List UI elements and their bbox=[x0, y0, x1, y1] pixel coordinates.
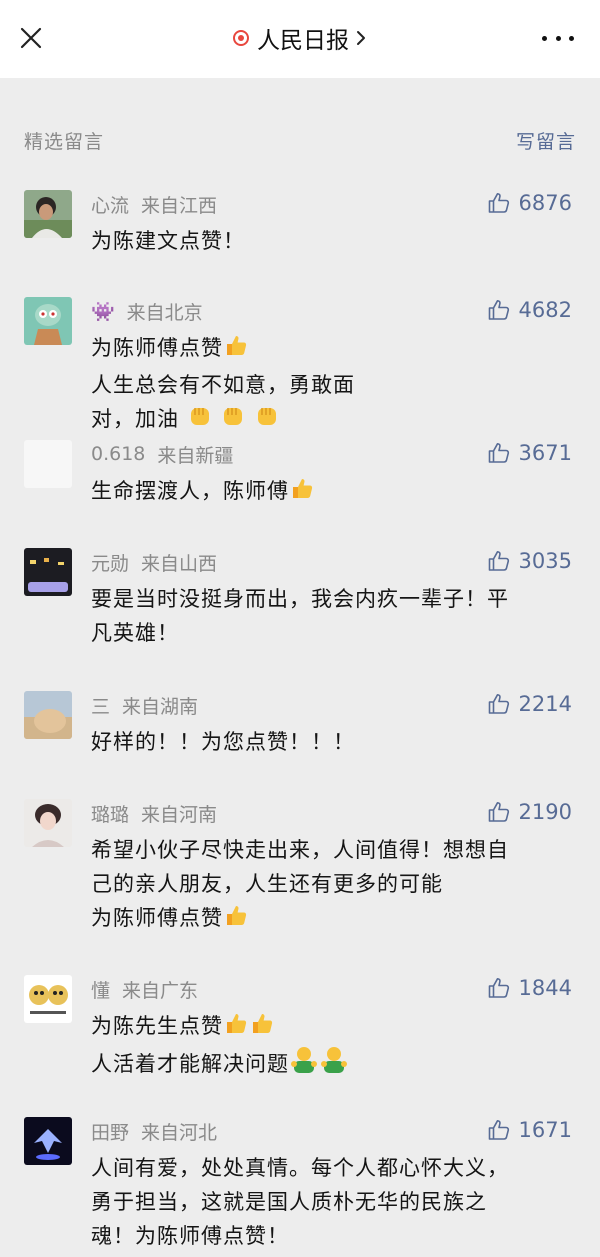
location: 来自湖南 bbox=[122, 695, 199, 718]
comment-line: 好样的！！为您点赞！！！ bbox=[91, 730, 355, 754]
nickname: 元勋 bbox=[91, 552, 130, 575]
like-button[interactable]: 3671 bbox=[487, 438, 572, 468]
comment-line: 要是当时没挺身而出，我会内疚一辈子！平 bbox=[91, 587, 509, 611]
thumbs-up-icon bbox=[487, 549, 511, 573]
thumbs-up-icon bbox=[487, 191, 511, 215]
fist-emoji-icon bbox=[187, 403, 213, 439]
comment-line: 勇于担当，这就是国人质朴无华的民族之 bbox=[91, 1190, 487, 1214]
like-count: 3671 bbox=[518, 441, 572, 465]
account-title-link[interactable]: 人民日报 bbox=[0, 20, 600, 56]
comment-text: 生命摆渡人，陈师傅 bbox=[91, 474, 573, 511]
location: 来自江西 bbox=[141, 194, 218, 217]
thumbs-up-icon bbox=[487, 441, 511, 465]
like-count: 4682 bbox=[518, 298, 572, 322]
page-title: 人民日报 bbox=[257, 28, 349, 54]
thumbs-up-emoji-icon bbox=[289, 475, 315, 511]
comment-line: 己的亲人朋友，人生还有更多的可能 bbox=[91, 872, 443, 896]
comment-text: 好样的！！为您点赞！！！ bbox=[91, 725, 573, 759]
nickname: 👾 bbox=[91, 300, 115, 323]
like-count: 2190 bbox=[518, 800, 572, 824]
comment-text: 人间有爱，处处真情。每个人都心怀大义， 勇于担当，这就是国人质朴无华的民族之 魂… bbox=[91, 1151, 573, 1253]
thumbs-up-icon bbox=[487, 800, 511, 824]
comment-meta: 👾 来自北京 bbox=[91, 297, 203, 325]
comment-meta: 璐璐 来自河南 bbox=[91, 799, 217, 827]
comment-line: 对，加油 bbox=[91, 402, 573, 439]
like-button[interactable]: 4682 bbox=[487, 295, 572, 325]
nickname: 心流 bbox=[91, 194, 130, 217]
like-button[interactable]: 3035 bbox=[487, 546, 572, 576]
like-button[interactable]: 2190 bbox=[487, 797, 572, 827]
location: 来自河南 bbox=[141, 803, 218, 826]
like-count: 2214 bbox=[518, 692, 572, 716]
location: 来自山西 bbox=[141, 552, 218, 575]
thumbs-up-icon bbox=[487, 976, 511, 1000]
comment-meta: 心流 来自江西 bbox=[91, 190, 217, 218]
comment-line: 为陈师傅点赞 bbox=[91, 331, 573, 368]
like-button[interactable]: 2214 bbox=[487, 689, 572, 719]
avatar[interactable] bbox=[24, 1117, 72, 1165]
fist-emoji-icon bbox=[254, 403, 280, 439]
like-count: 6876 bbox=[518, 191, 572, 215]
comment-line: 凡英雄！ bbox=[91, 621, 179, 645]
comment-text: 为陈建文点赞！ bbox=[91, 224, 573, 258]
avatar[interactable] bbox=[24, 975, 72, 1023]
thumbs-up-icon bbox=[487, 1118, 511, 1142]
nickname: 田野 bbox=[91, 1121, 130, 1144]
chevron-right-icon bbox=[355, 29, 367, 47]
like-count: 3035 bbox=[518, 549, 572, 573]
comment-line: 希望小伙子尽快走出来，人间值得！想想自 bbox=[91, 838, 509, 862]
like-count: 1844 bbox=[518, 976, 572, 1000]
like-button[interactable]: 1671 bbox=[487, 1115, 572, 1145]
section-title: 精选留言 bbox=[24, 130, 105, 153]
avatar[interactable] bbox=[24, 691, 72, 739]
comment-text: 希望小伙子尽快走出来，人间值得！想想自 己的亲人朋友，人生还有更多的可能 为陈师… bbox=[91, 833, 573, 938]
thumbs-up-emoji-icon bbox=[249, 1010, 275, 1046]
like-count: 1671 bbox=[518, 1118, 572, 1142]
thumbs-up-icon bbox=[487, 692, 511, 716]
location: 来自河北 bbox=[141, 1121, 218, 1144]
thumbs-up-emoji-icon bbox=[223, 1010, 249, 1046]
fist-emoji-icon bbox=[220, 403, 246, 439]
comment-line: 生命摆渡人，陈师傅 bbox=[91, 474, 573, 511]
comment-line: 人间有爱，处处真情。每个人都心怀大义， bbox=[91, 1156, 509, 1180]
nickname: 懂 bbox=[91, 979, 111, 1002]
section-header: 精选留言 写留言 bbox=[24, 125, 576, 155]
comment-line: 为陈先生点赞 bbox=[91, 1009, 573, 1046]
hug-emoji-icon bbox=[289, 1046, 319, 1084]
location: 来自北京 bbox=[126, 301, 203, 324]
avatar[interactable] bbox=[24, 190, 72, 238]
comment-text: 为陈师傅点赞 人生总会有不如意，勇敢面 对，加油 bbox=[91, 331, 573, 439]
thumbs-up-icon bbox=[487, 298, 511, 322]
location: 来自广东 bbox=[122, 979, 199, 1002]
avatar[interactable] bbox=[24, 548, 72, 596]
thumbs-up-emoji-icon bbox=[223, 332, 249, 368]
nickname: 璐璐 bbox=[91, 803, 130, 826]
comment-line: 人生总会有不如意，勇敢面 bbox=[91, 373, 355, 397]
like-button[interactable]: 1844 bbox=[487, 973, 572, 1003]
nickname: 0.618 bbox=[91, 443, 146, 465]
nickname: 三 bbox=[91, 695, 111, 718]
like-button[interactable]: 6876 bbox=[487, 188, 572, 218]
avatar[interactable] bbox=[24, 799, 72, 847]
avatar[interactable] bbox=[24, 297, 72, 345]
comment-line: 魂！为陈师傅点赞！ bbox=[91, 1224, 289, 1248]
thumbs-up-emoji-icon bbox=[223, 902, 249, 938]
avatar[interactable] bbox=[24, 440, 72, 488]
comment-meta: 三 来自湖南 bbox=[91, 691, 198, 719]
comment-meta: 懂 来自广东 bbox=[91, 975, 198, 1003]
location: 来自新疆 bbox=[157, 444, 234, 467]
top-bar: 人民日报 bbox=[0, 0, 600, 78]
comment-line: 人活着才能解决问题 bbox=[91, 1046, 573, 1084]
write-comment-link[interactable]: 写留言 bbox=[516, 127, 576, 154]
comment-text: 要是当时没挺身而出，我会内疚一辈子！平 凡英雄！ bbox=[91, 582, 573, 650]
more-icon[interactable] bbox=[542, 30, 574, 46]
comment-meta: 田野 来自河北 bbox=[91, 1117, 217, 1145]
comment-meta: 元勋 来自山西 bbox=[91, 548, 217, 576]
comment-text: 为陈先生点赞 人活着才能解决问题 bbox=[91, 1009, 573, 1084]
comment-meta: 0.618 来自新疆 bbox=[91, 440, 233, 468]
comment-line: 为陈师傅点赞 bbox=[91, 901, 573, 938]
hug-emoji-icon bbox=[319, 1046, 349, 1084]
comment-line: 为陈建文点赞！ bbox=[91, 229, 245, 253]
account-dot-icon bbox=[233, 30, 249, 46]
